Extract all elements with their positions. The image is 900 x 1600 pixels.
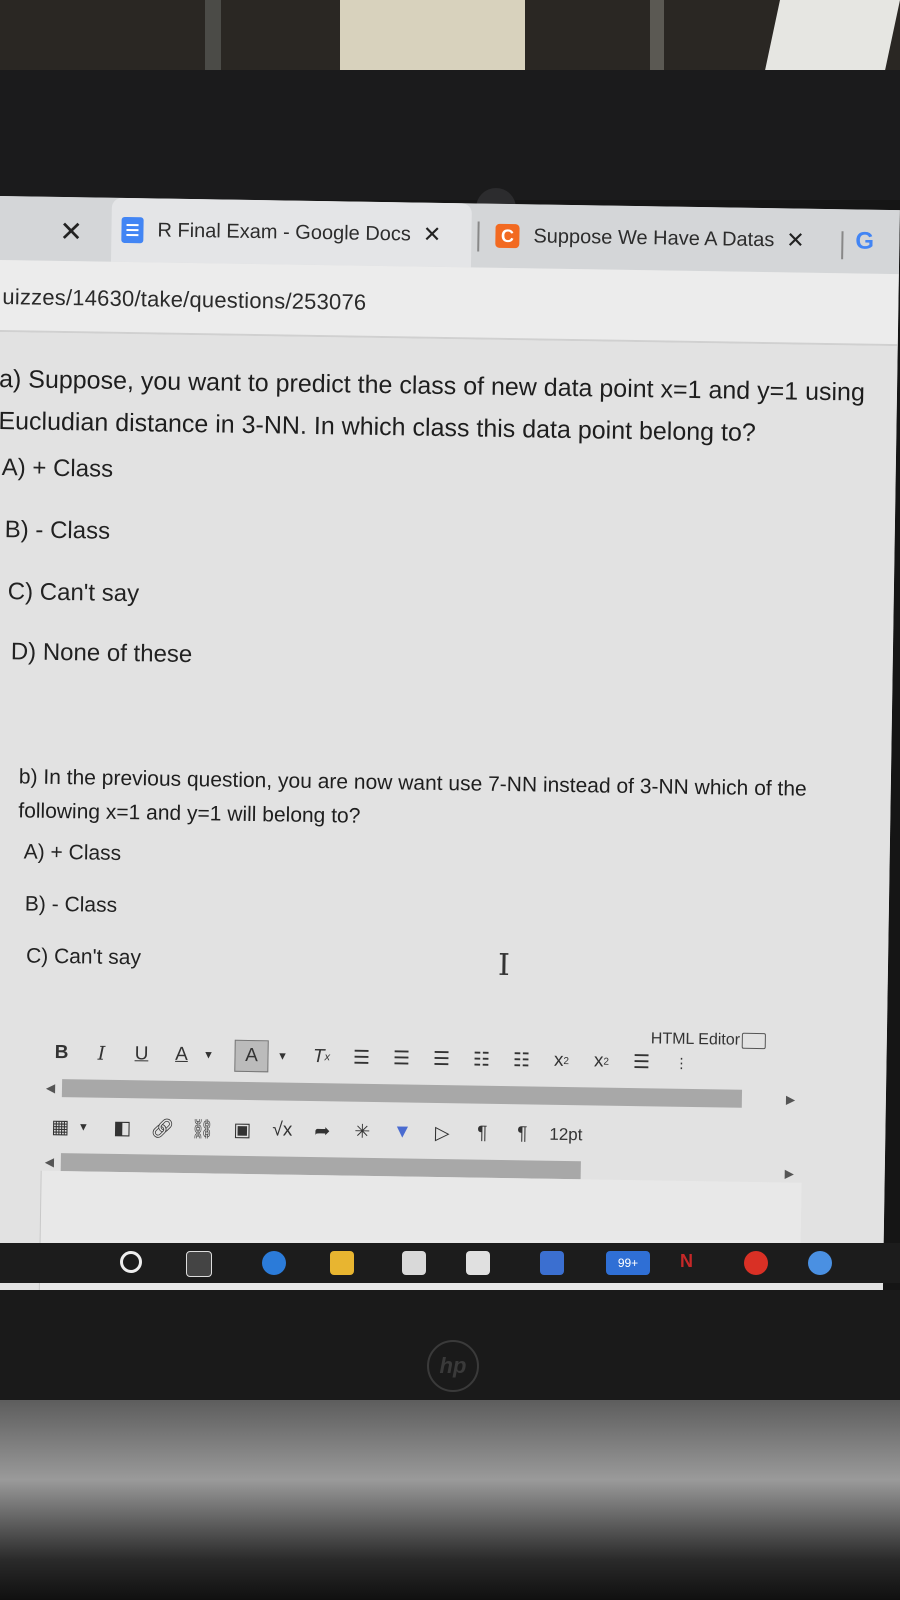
screen: ✕ R Final Exam - Google Docs ✕ C Suppose… [0,196,900,1311]
scroll-right-icon[interactable]: ▶ [786,1092,795,1106]
background-pole [205,0,221,80]
media-icon[interactable]: ◧ [109,1113,135,1143]
cortana-icon[interactable] [120,1251,142,1273]
outdent-icon[interactable]: ☷ [508,1045,534,1075]
scroll-left-icon[interactable]: ◀ [46,1081,55,1095]
hp-logo-icon: hp [427,1340,479,1392]
question-a-option-d[interactable]: D) None of these [11,638,193,669]
close-icon[interactable]: ✕ [423,222,442,248]
underline-button[interactable]: U [128,1039,154,1069]
align-right-icon[interactable]: ☰ [428,1044,454,1074]
question-a-text: a) Suppose, you want to predict the clas… [0,365,866,447]
store-icon[interactable] [402,1251,426,1275]
checkmark-icon[interactable]: ▼ [389,1117,415,1147]
align-center-icon[interactable]: ☰ [388,1043,414,1073]
question-b-option-b[interactable]: B) - Class [25,892,118,917]
ltr-icon[interactable]: ¶ [469,1118,495,1148]
question-b-text: b) In the previous question, you are now… [18,765,807,828]
tab-title: Suppose We Have A Datas [533,224,775,251]
background-pole [650,0,664,80]
editor-toolbar-row-2: ▦ ▼ ◧ 🔗︎ ⛓ ▣ √x ➦ ✳ ▼ ▷ ¶ ¶ 12pt [47,1109,807,1157]
tab-divider [841,231,844,260]
chrome-icon[interactable] [744,1251,768,1275]
italic-button[interactable]: I [88,1038,114,1068]
task-view-icon[interactable] [186,1251,212,1277]
app-icon[interactable] [540,1251,564,1275]
netflix-icon[interactable]: N [680,1251,704,1275]
background-wall [340,0,525,80]
question-a-option-b[interactable]: B) - Class [5,516,111,546]
question-a-option-c[interactable]: C) Can't say [8,578,140,608]
app-icon[interactable] [808,1251,832,1275]
chegg-icon: C [495,223,520,249]
google-docs-icon [121,216,144,244]
file-explorer-icon[interactable] [330,1251,354,1275]
superscript-icon[interactable]: x2 [548,1046,574,1076]
bold-button[interactable]: B [48,1038,74,1068]
tab-google-docs[interactable]: R Final Exam - Google Docs ✕ [110,197,472,268]
list-icon[interactable]: ☰ [628,1047,654,1077]
mail-badge[interactable]: 99+ [606,1251,650,1275]
font-size-select[interactable]: 12pt [549,1120,583,1151]
edge-icon[interactable] [262,1251,286,1275]
scroll-right-icon[interactable]: ▶ [785,1166,794,1180]
text-color-button[interactable]: A [168,1040,194,1070]
laptop-bezel-top [0,70,900,228]
quiz-content: a) Suppose, you want to predict the clas… [0,331,898,1311]
sparkle-icon[interactable]: ✳ [349,1117,375,1147]
windows-taskbar: 99+ N [0,1243,900,1283]
embed-icon[interactable]: ➦ [309,1116,335,1146]
tab-title: R Final Exam - Google Docs [157,218,412,245]
google-icon[interactable]: G [855,227,881,254]
question-a-option-a[interactable]: A) + Class [2,454,114,484]
laptop-chassis [0,1400,900,1600]
text-cursor-icon: I [497,947,511,984]
image-icon[interactable]: ▣ [229,1115,255,1145]
toolbar-scrollbar[interactable] [61,1079,743,1108]
more-options-icon[interactable]: ⋮ [668,1048,694,1078]
chevron-down-icon[interactable]: ▼ [202,1040,214,1070]
equation-icon[interactable]: √x [269,1115,295,1145]
question-b-option-c[interactable]: C) Can't say [26,945,141,971]
tab-chegg[interactable]: C Suppose We Have A Datas ✕ [487,204,828,273]
chevron-down-icon[interactable]: ▼ [276,1041,288,1071]
indent-icon[interactable]: ☷ [468,1044,494,1074]
chevron-down-icon[interactable]: ▼ [77,1112,89,1142]
link-icon[interactable]: 🔗︎ [149,1113,175,1143]
tab-divider [477,221,480,252]
unlink-icon[interactable]: ⛓ [189,1114,215,1144]
video-icon[interactable]: ▷ [429,1118,455,1148]
question-b-option-a[interactable]: A) + Class [24,840,122,866]
scroll-left-icon[interactable]: ◀ [45,1155,54,1169]
subscript-icon[interactable]: x2 [588,1046,614,1076]
close-icon[interactable]: ✕ [59,215,83,248]
background-color-button[interactable]: A [234,1039,269,1073]
clear-formatting-button[interactable]: Tx [308,1042,334,1072]
table-icon[interactable]: ▦ [47,1112,73,1142]
url-text[interactable]: uizzes/14630/take/questions/253076 [2,284,366,316]
close-icon[interactable]: ✕ [786,227,805,253]
dropbox-icon[interactable] [466,1251,490,1275]
rtl-icon[interactable]: ¶ [509,1119,535,1149]
align-left-icon[interactable]: ☰ [348,1043,374,1073]
